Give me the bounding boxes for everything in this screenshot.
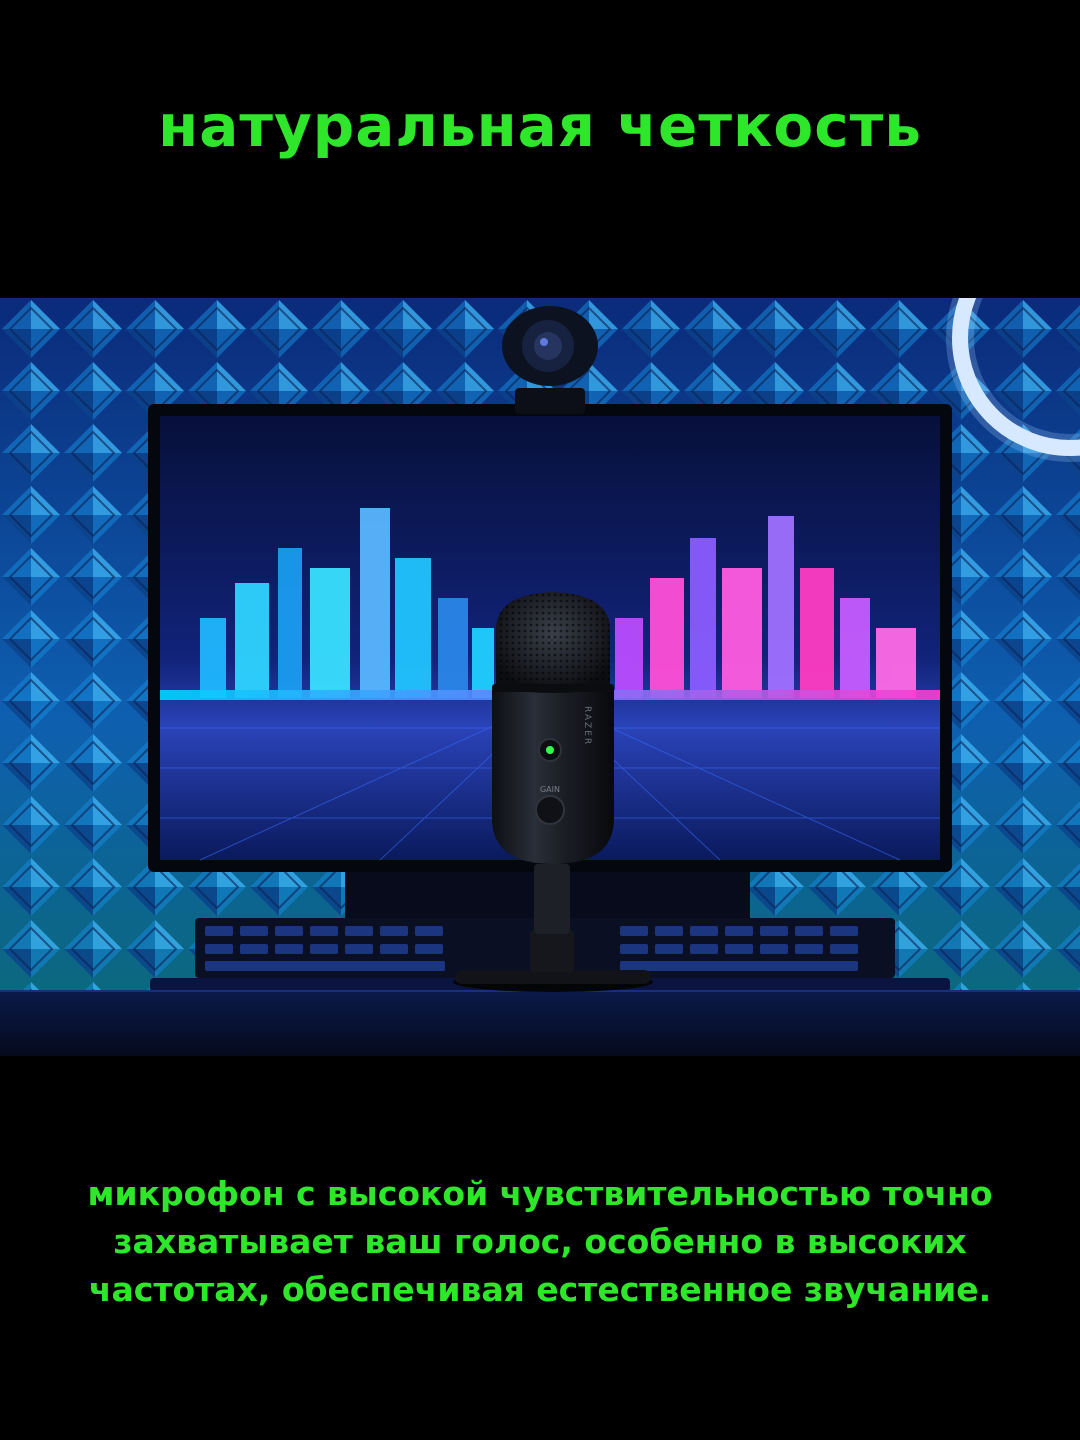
caption-line-2: захватывает ваш голос, особенно в высоки…: [113, 1222, 967, 1261]
product-photo: RAZER GAIN: [0, 298, 1080, 1056]
headline: натуральная четкость: [158, 92, 922, 160]
gain-label: GAIN: [540, 785, 560, 794]
brand-label: RAZER: [582, 706, 592, 746]
caption-line-3: частотах, обеспечивая естественное звуча…: [88, 1270, 992, 1309]
caption: микрофон с высокой чувствительностью точ…: [40, 1170, 1040, 1314]
caption-line-1: микрофон с высокой чувствительностью точ…: [87, 1174, 993, 1213]
